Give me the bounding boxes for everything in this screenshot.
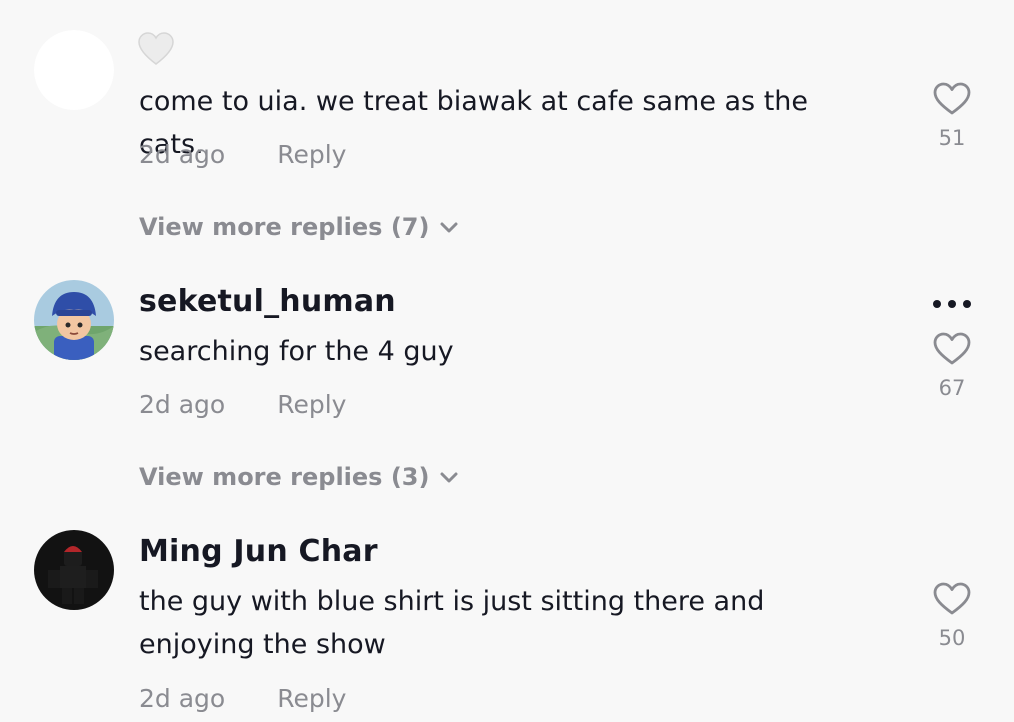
chevron-down-icon <box>440 222 458 233</box>
view-more-label: View more replies (3) <box>139 463 430 491</box>
view-more-replies-button[interactable]: View more replies (7) <box>139 213 459 241</box>
like-control: 51 <box>926 82 978 150</box>
avatar[interactable] <box>34 280 114 360</box>
like-count: 51 <box>938 126 966 150</box>
heart-outline-icon[interactable] <box>933 82 971 116</box>
comment-meta: 2d ago Reply <box>139 140 346 169</box>
heart-outline-icon[interactable] <box>933 332 971 366</box>
heart-outline-icon[interactable] <box>933 582 971 616</box>
avatar[interactable] <box>34 30 114 110</box>
like-count: 67 <box>938 376 966 400</box>
reply-button[interactable]: Reply <box>277 684 346 713</box>
comment-text-line: the guy with blue shirt is just sitting … <box>139 586 765 617</box>
comment-text-line: enjoying the show <box>139 629 386 660</box>
reply-button[interactable]: Reply <box>277 140 346 169</box>
comment-time: 2d ago <box>139 390 226 419</box>
comment-username[interactable]: seketul_human <box>139 284 396 319</box>
like-control: 67 <box>926 332 978 400</box>
white-heart-emoji-icon <box>138 32 174 70</box>
comment-text: the guy with blue shirt is just sitting … <box>139 580 859 666</box>
like-control: 50 <box>926 582 978 650</box>
avatar[interactable] <box>34 530 114 610</box>
comment-meta: 2d ago Reply <box>139 684 346 713</box>
reply-button[interactable]: Reply <box>277 390 346 419</box>
view-more-replies-button[interactable]: View more replies (3) <box>139 463 459 491</box>
comment-time: 2d ago <box>139 140 226 169</box>
comment-text: searching for the 4 guy <box>139 336 454 367</box>
more-options-icon[interactable] <box>930 296 974 315</box>
like-count: 50 <box>938 626 966 650</box>
chevron-down-icon <box>440 472 458 483</box>
comment-time: 2d ago <box>139 684 226 713</box>
comment-meta: 2d ago Reply <box>139 390 346 419</box>
comment-username[interactable]: Ming Jun Char <box>139 534 378 569</box>
view-more-label: View more replies (7) <box>139 213 430 241</box>
